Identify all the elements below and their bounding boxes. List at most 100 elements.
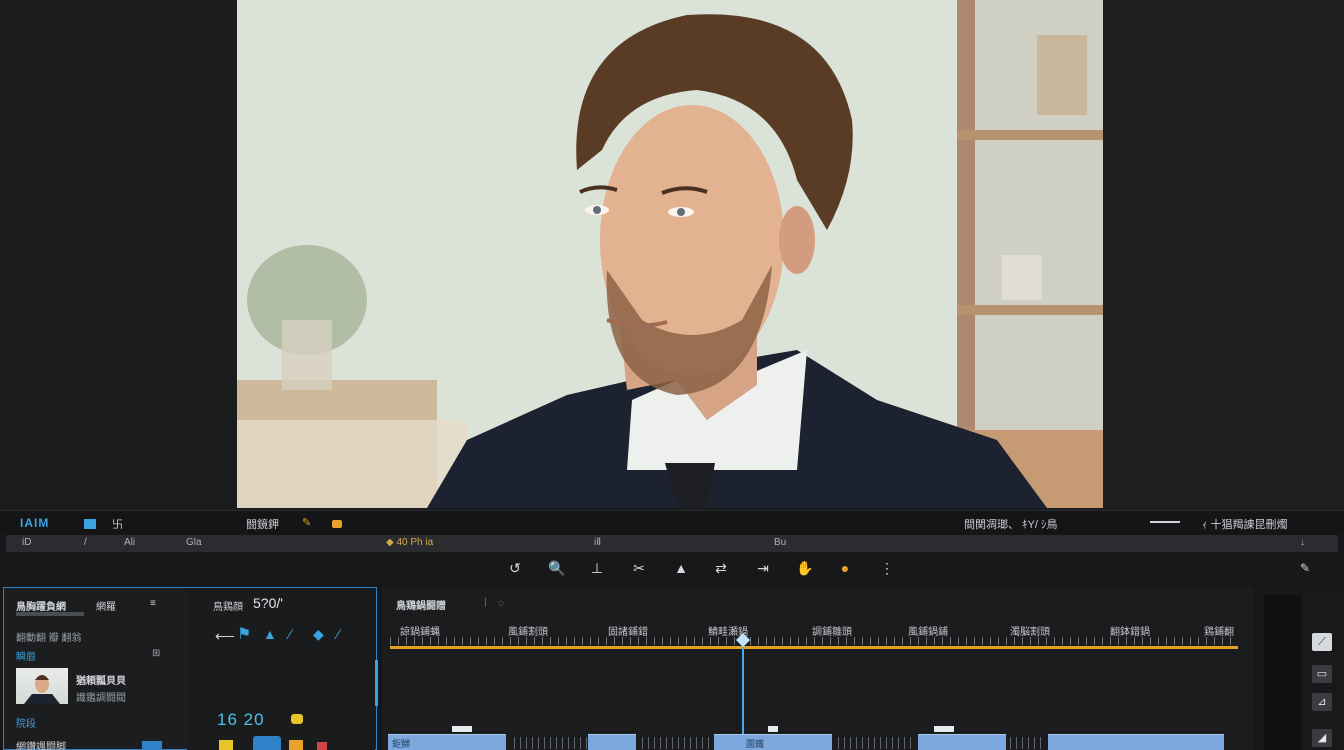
- panel-divider: [16, 612, 84, 616]
- effects-title: 鳥鶏顔: [213, 602, 243, 613]
- clip-label: 鉅嬲: [392, 739, 411, 749]
- clip-marker[interactable]: [934, 726, 954, 732]
- monitor-toolbar: IAIM 卐 闘鏡鉀 ✎ 間関凋瑯、 ｷY/ ｼ鳥 ｨ 十猖羯諌昆刪燭: [0, 510, 1344, 534]
- pen-tool-icon[interactable]: ⁄: [337, 626, 339, 642]
- color-chip-blue[interactable]: [253, 736, 281, 750]
- ruler-ticks: [390, 637, 1238, 645]
- project-panel: 鳥胸躍負網 網羅 ≡ 翻動翻 瓣 翻翁 瞬唇 ⊞ 猶頼瓢貝貝 識鑑調闘閥 院段 …: [3, 587, 378, 750]
- panel-title: 鳥胸躍負網: [16, 602, 66, 613]
- strip-item-1[interactable]: iD: [22, 537, 31, 548]
- video-clip[interactable]: 鉅嬲: [388, 734, 506, 750]
- bin-item-3-badge: [142, 741, 162, 749]
- panel-menu-icon[interactable]: ≡: [150, 598, 156, 609]
- pin-icon[interactable]: ✎: [302, 516, 311, 529]
- strip-item-6[interactable]: iⅡ: [594, 537, 601, 548]
- zoom-line-icon[interactable]: [1150, 521, 1180, 523]
- ruler-label-3: 固諸鋪錯: [608, 627, 648, 638]
- timeline-title: 鳥鶏鍋闘贈: [396, 601, 446, 612]
- view-mode-icon[interactable]: [84, 519, 96, 529]
- strip-item-4[interactable]: Gla: [186, 537, 202, 548]
- program-monitor: [0, 0, 1344, 510]
- clip-meta: 識鑑調闘閥: [76, 693, 126, 704]
- brush-tool-icon[interactable]: ⁄: [289, 626, 291, 642]
- toolbar-small-label[interactable]: 卐: [112, 516, 123, 532]
- panel-subtitle: 翻動翻 瓣 翻翁: [16, 633, 82, 644]
- panel-scrollbar[interactable]: [375, 660, 378, 706]
- timeline-divider: |: [484, 597, 487, 608]
- scrubber-strip[interactable]: iD / Ali Gla ◆ 40 Ph ia iⅡ Bu ↓: [6, 535, 1338, 552]
- audio-waveform: [514, 737, 594, 749]
- ruler-label-9: 鶏鋪翻: [1204, 627, 1234, 638]
- strip-item-5[interactable]: ◆ 40 Ph ia: [386, 537, 433, 548]
- meter-pen-button[interactable]: ⟋: [1312, 633, 1332, 651]
- insert-tool-icon[interactable]: ⇥: [754, 559, 772, 577]
- timeline-header: 鳥鶏鍋闘贈 | ◌: [382, 587, 1254, 615]
- bin-item-3[interactable]: 網鑽颯闘脚: [16, 738, 66, 750]
- meter-flag-button[interactable]: ⊿: [1312, 693, 1332, 711]
- video-clip[interactable]: [1048, 734, 1224, 750]
- slip-tool-icon[interactable]: ▲: [672, 559, 690, 577]
- ruler-label-7: 濁脳割頭: [1010, 627, 1050, 638]
- meter-slope-button[interactable]: ◢: [1312, 729, 1332, 747]
- color-chip-orange[interactable]: [289, 740, 303, 750]
- razor-tool-icon[interactable]: ✂: [630, 559, 648, 577]
- app-logo: IAIM: [20, 516, 50, 530]
- toolbar-far-right-label[interactable]: ｨ 十猖羯諌昆刪燭: [1202, 516, 1288, 532]
- strip-item-7[interactable]: Bu: [774, 537, 786, 548]
- video-frame-preview[interactable]: [237, 0, 1103, 508]
- hand-tool-icon[interactable]: ✋: [796, 559, 814, 577]
- media-bin: 鳥胸躍負網 網羅 ≡ 翻動翻 瓣 翻翁 瞬唇 ⊞ 猶頼瓢貝貝 識鑑調闘閥 院段 …: [4, 588, 184, 750]
- strip-item-2[interactable]: /: [84, 537, 87, 548]
- color-chip-red[interactable]: [317, 742, 327, 750]
- portrait-image: [237, 0, 1103, 508]
- shape-tool-icon[interactable]: ▲: [263, 626, 277, 642]
- strip-item-3[interactable]: Ali: [124, 537, 135, 548]
- bin-item-1-icon[interactable]: ⊞: [152, 648, 160, 659]
- effects-value: 5?0/': [253, 595, 283, 611]
- panel-tab[interactable]: 網羅: [96, 598, 116, 613]
- clip-marker[interactable]: [768, 726, 778, 732]
- color-chip-yellow[interactable]: [219, 740, 233, 750]
- time-ruler[interactable]: 諒鍋鋪蝿 風鋪割頭 固諸鋪錯 鯖畦瀬鍋 調鋪雛頭 風鋪鍋鋪 濁脳割頭 翻鉢錯鍋 …: [390, 621, 1238, 651]
- audio-waveform: [838, 737, 914, 749]
- frame-counter: 16 20: [217, 710, 265, 729]
- strip-end-icon[interactable]: ↓: [1300, 537, 1305, 548]
- audio-waveform: [1010, 737, 1046, 749]
- counter-tag-icon[interactable]: [291, 714, 303, 724]
- clip-marker[interactable]: [452, 726, 472, 732]
- work-area-bar[interactable]: [390, 646, 1238, 649]
- audio-waveform: [642, 737, 712, 749]
- timeline-panel: 鳥鶏鍋闘贈 | ◌ 諒鍋鋪蝿 風鋪割頭 固諸鋪錯 鯖畦瀬鍋 調鋪雛頭 風鋪鍋鋪 …: [382, 587, 1254, 750]
- trim-tool-icon[interactable]: ⇄: [712, 559, 730, 577]
- tools-row: ↺ 🔍 ⊥ ✂ ▲ ⇄ ⇥ ✋ ● ⋮ ✎: [0, 553, 1344, 583]
- toolbar-center-label[interactable]: 闘鏡鉀: [246, 516, 279, 532]
- meter-level-button[interactable]: ▭: [1312, 665, 1332, 683]
- clip-thumbnail[interactable]: [16, 668, 68, 704]
- arrow-tool-icon[interactable]: ⟵: [215, 628, 235, 645]
- audio-meter: [1264, 595, 1302, 750]
- marker-color-chip[interactable]: [332, 520, 342, 528]
- ruler-label-1: 諒鍋鋪蝿: [400, 627, 440, 638]
- undo-icon[interactable]: ↺: [506, 559, 524, 577]
- bin-item-2[interactable]: 院段: [16, 715, 36, 730]
- video-clip[interactable]: [918, 734, 1006, 750]
- video-clip[interactable]: [588, 734, 636, 750]
- effects-panel: 鳥鶏顔 5?0/' ⟵ ⚑ ▲ ⁄ ◆ ⁄ 16 20: [187, 588, 375, 750]
- clip-label: 圍鐵: [746, 739, 765, 749]
- pen-icon[interactable]: ✎: [1296, 559, 1314, 577]
- clip-name[interactable]: 猶頼瓢貝貝: [76, 672, 126, 687]
- ruler-label-8: 翻鉢錯鍋: [1110, 627, 1150, 638]
- search-icon[interactable]: 🔍: [548, 559, 566, 577]
- warning-icon[interactable]: ●: [836, 559, 854, 577]
- ripple-tool-icon[interactable]: ⊥: [588, 559, 606, 577]
- bin-item-1[interactable]: 瞬唇: [16, 648, 36, 663]
- ruler-label-5: 調鋪雛頭: [812, 627, 852, 638]
- video-clip[interactable]: 圍鐵: [714, 734, 832, 750]
- fill-tool-icon[interactable]: ◆: [313, 626, 324, 643]
- flag-tool-icon[interactable]: ⚑: [237, 624, 251, 644]
- toolbar-right-label[interactable]: 間関凋瑯、 ｷY/ ｼ鳥: [964, 516, 1058, 532]
- viewer-side-panel: [1103, 0, 1344, 510]
- more-icon[interactable]: ⋮: [878, 559, 896, 577]
- timeline-settings-icon[interactable]: ◌: [498, 598, 504, 609]
- ruler-label-2: 風鋪割頭: [508, 627, 548, 638]
